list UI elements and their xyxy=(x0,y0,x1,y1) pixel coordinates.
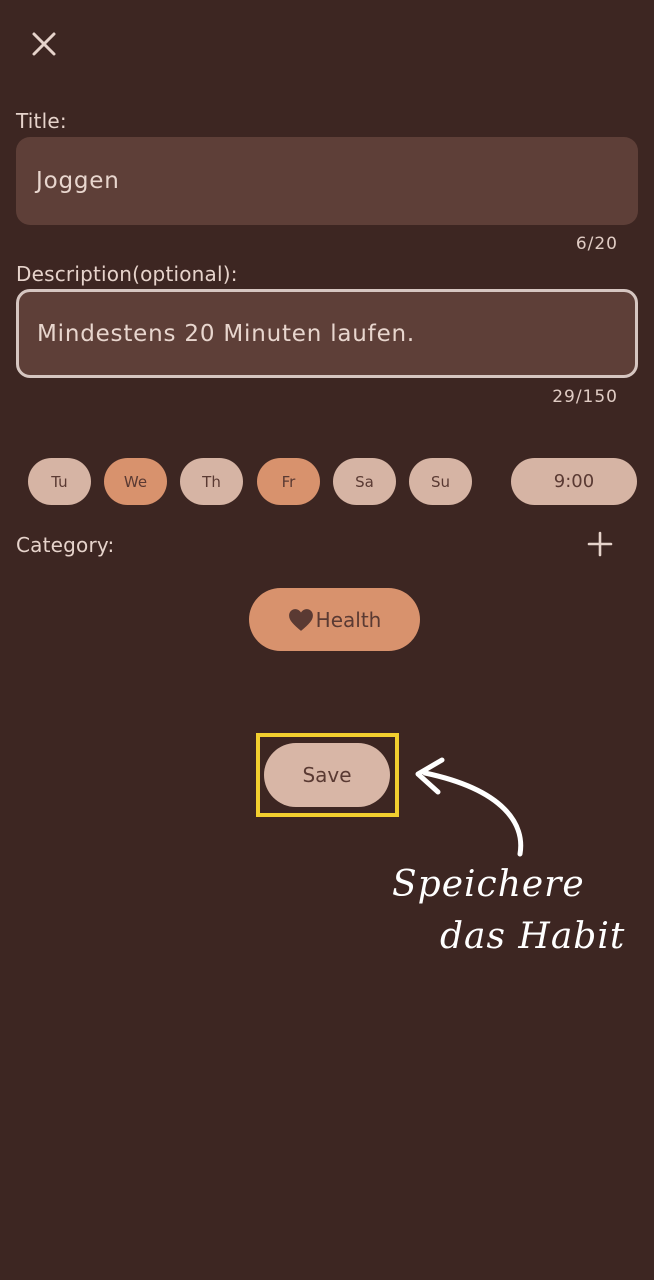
annotation-text-line1: Speichere xyxy=(392,864,585,905)
day-toggle-fr[interactable]: Fr xyxy=(257,458,320,505)
save-button[interactable]: Save xyxy=(264,743,390,807)
day-toggle-tu[interactable]: Tu xyxy=(28,458,91,505)
description-label: Description(optional): xyxy=(16,262,238,286)
title-input[interactable]: Joggen xyxy=(16,137,638,225)
day-toggle-su[interactable]: Su xyxy=(409,458,472,505)
close-button[interactable] xyxy=(24,24,64,64)
title-input-value: Joggen xyxy=(36,168,120,194)
close-icon xyxy=(32,32,56,56)
description-char-counter: 29/150 xyxy=(552,387,618,407)
title-label: Title: xyxy=(16,109,67,133)
description-input[interactable]: Mindestens 20 Minuten laufen. xyxy=(16,289,638,378)
category-label: Category: xyxy=(16,533,115,557)
category-chip-health[interactable]: Health xyxy=(249,588,420,651)
annotation-text-line2: das Habit xyxy=(440,916,626,957)
day-toggle-th[interactable]: Th xyxy=(180,458,243,505)
day-toggle-sa[interactable]: Sa xyxy=(333,458,396,505)
description-input-value: Mindestens 20 Minuten laufen. xyxy=(37,320,416,347)
time-picker-button[interactable]: 9:00 xyxy=(511,458,637,505)
add-habit-screen: Title: Joggen 6/20 Description(optional)… xyxy=(0,0,654,1280)
category-chip-label: Health xyxy=(315,607,382,632)
heart-icon xyxy=(288,608,313,631)
day-toggle-we[interactable]: We xyxy=(104,458,167,505)
title-char-counter: 6/20 xyxy=(575,234,618,254)
add-category-button[interactable] xyxy=(584,528,616,560)
plus-icon xyxy=(587,531,613,557)
